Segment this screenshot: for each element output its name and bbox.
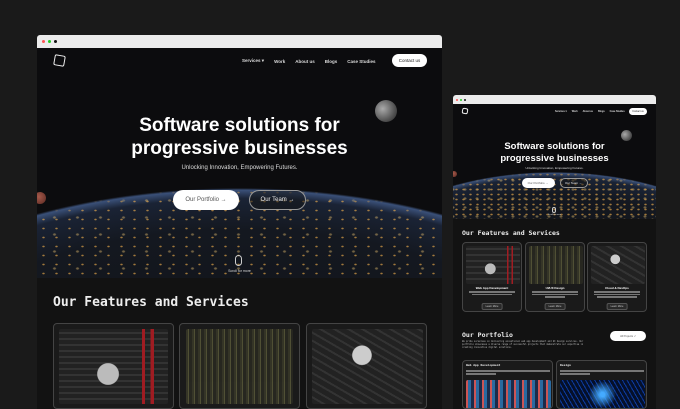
- card-title: Web App Development: [475, 286, 509, 290]
- close-dot[interactable]: [456, 98, 458, 101]
- hero-section: Services ▾ Work About us Blogs Case Stud…: [37, 48, 442, 278]
- desktop-browser-window: Services ▾ Work About us Blogs Case Stud…: [37, 35, 442, 409]
- hero-title-line2: progressive businesses: [131, 138, 348, 159]
- feature-card[interactable]: [179, 323, 300, 409]
- feature-card[interactable]: [306, 323, 427, 409]
- feature-card[interactable]: Web App Development Learn More: [462, 242, 522, 312]
- feature-image: [312, 329, 423, 404]
- main-nav: Services ▾ Work About us Blogs Case Stud…: [555, 108, 625, 115]
- features-heading: Our Features and Services: [462, 229, 560, 237]
- nav-blogs[interactable]: Blogs: [598, 110, 605, 113]
- main-nav: Services ▾ Work About us Blogs Case Stud…: [242, 55, 376, 67]
- minimize-dot[interactable]: [460, 98, 462, 101]
- card-title: UI/UX Design: [545, 286, 565, 290]
- portfolio-card[interactable]: Web App Development: [462, 360, 553, 409]
- mouse-icon: [235, 255, 242, 266]
- hero-title: Software solutions for progressive busin…: [37, 114, 442, 160]
- card-title: Design: [560, 363, 571, 367]
- browser-title-bar: [453, 95, 656, 104]
- portfolio-card[interactable]: Design: [556, 360, 647, 409]
- feature-card[interactable]: UI/UX Design Learn More: [525, 242, 585, 312]
- feature-image: [186, 329, 293, 404]
- portfolio-heading: Our Portfolio: [462, 331, 513, 339]
- learn-more-button[interactable]: Learn More: [606, 303, 628, 310]
- moon-image: [621, 130, 632, 141]
- nav-case-studies[interactable]: Case Studies: [347, 59, 375, 64]
- our-team-button[interactable]: Our Team →: [559, 178, 588, 188]
- card-title: Cloud & DevOps: [605, 286, 629, 290]
- tablet-browser-window: Services ▾ Work About us Blogs Case Stud…: [453, 95, 656, 409]
- nav-about[interactable]: About us: [583, 110, 593, 113]
- logo-icon[interactable]: [461, 107, 469, 115]
- nav-case-studies[interactable]: Case Studies: [610, 110, 625, 113]
- hero-title-line2: progressive businesses: [500, 152, 609, 164]
- maximize-dot[interactable]: [464, 98, 466, 101]
- nav-services[interactable]: Services ▾: [242, 58, 264, 64]
- minimize-dot[interactable]: [48, 40, 51, 43]
- learn-more-button[interactable]: Learn More: [481, 303, 503, 310]
- feature-card[interactable]: Cloud & DevOps Learn More: [587, 242, 647, 312]
- feature-image: [59, 329, 168, 404]
- logo-icon[interactable]: [53, 54, 66, 67]
- arrow-right-icon: →: [288, 197, 295, 203]
- our-team-button[interactable]: Our Team →: [249, 190, 306, 210]
- our-portfolio-button[interactable]: Our Portfolio →: [173, 190, 239, 210]
- all-projects-button[interactable]: All Projects ↗: [610, 331, 646, 341]
- our-portfolio-button[interactable]: Our Portfolio →: [521, 178, 555, 188]
- contact-button[interactable]: Contact us: [392, 54, 427, 67]
- hero-subtitle: Unlocking Innovation, Empowering Futures…: [525, 166, 584, 170]
- hero-title: Software solutions for progressive busin…: [453, 141, 656, 164]
- nav-about[interactable]: About us: [295, 59, 315, 64]
- browser-title-bar: [37, 35, 442, 48]
- hero-subtitle: Unlocking Innovation, Empowering Futures…: [181, 165, 298, 171]
- hero-title-line1: Software solutions for: [139, 115, 340, 136]
- nav-work[interactable]: Work: [572, 110, 578, 113]
- portfolio-description: We pride ourselves on delivering excepti…: [462, 340, 584, 349]
- mouse-icon: [552, 207, 556, 213]
- features-heading: Our Features and Services: [53, 295, 249, 310]
- close-dot[interactable]: [42, 40, 45, 43]
- maximize-dot[interactable]: [54, 40, 57, 43]
- arrow-right-icon: →: [220, 197, 227, 203]
- scroll-hint: Scroll for more: [547, 214, 561, 216]
- nav-blogs[interactable]: Blogs: [325, 59, 338, 64]
- hero-section: Services ▾ Work About us Blogs Case Stud…: [453, 104, 656, 219]
- nav-services[interactable]: Services ▾: [555, 110, 567, 113]
- contact-button[interactable]: Contact us: [629, 108, 647, 115]
- learn-more-button[interactable]: Learn More: [544, 303, 566, 310]
- chevron-down-icon: ▾: [261, 58, 265, 63]
- feature-card[interactable]: [53, 323, 174, 409]
- scroll-hint: Scroll for more: [228, 269, 251, 273]
- nav-work[interactable]: Work: [274, 59, 285, 64]
- hero-title-line1: Software solutions for: [504, 141, 605, 152]
- card-title: Web App Development: [466, 363, 501, 367]
